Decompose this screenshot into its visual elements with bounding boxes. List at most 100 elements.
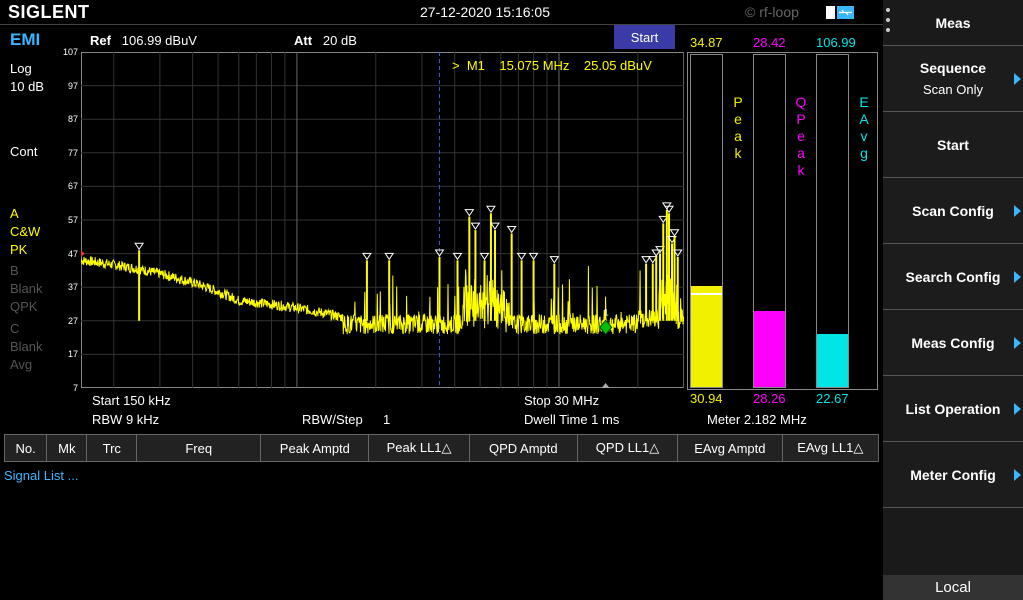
- datetime: 27-12-2020 15:16:05: [420, 4, 550, 20]
- trace-b-det: QPK: [10, 299, 38, 314]
- rbw-setting[interactable]: RBW 9 kHz: [92, 412, 159, 427]
- qpeak-meter: [753, 54, 786, 388]
- ref-value: 106.99 dBuV: [121, 33, 197, 48]
- y-tick-label: 67: [67, 181, 78, 192]
- y-tick-label: 77: [67, 147, 78, 158]
- peak-marker-icon: [361, 252, 372, 261]
- menu-dots-icon: [886, 8, 891, 32]
- qpeak-meter-label: QPeak: [795, 94, 807, 178]
- start-frequency[interactable]: Start 150 kHz: [92, 393, 171, 408]
- softkey-sub-label: Scan Only: [923, 82, 983, 97]
- submenu-arrow-icon: [1014, 402, 1021, 415]
- scale-info: Log 10 dB: [10, 60, 44, 96]
- mode-label: EMI: [10, 30, 41, 49]
- eavg-meter: [816, 54, 849, 388]
- scale-div: 10 dB: [10, 79, 44, 94]
- spectrum-trace-area: 1: [81, 52, 684, 388]
- peak-meter-top-value: 34.87: [690, 35, 723, 50]
- watermark: © rf-loop: [745, 4, 799, 20]
- trace-c-letter: C: [10, 321, 20, 336]
- softkey-meter-config[interactable]: Meter Config: [883, 442, 1023, 508]
- peak-marker-icon: [464, 209, 475, 217]
- rbw-step-label: RBW/Step: [302, 412, 363, 427]
- scale-type: Log: [10, 61, 32, 76]
- rbw-step-value[interactable]: 1: [383, 412, 390, 427]
- column-header[interactable]: QPD Amptd: [468, 434, 578, 462]
- submenu-arrow-icon: [1014, 468, 1021, 481]
- peak-marker-icon: [470, 222, 481, 230]
- peak-marker-icon: [669, 229, 680, 237]
- dwell-time[interactable]: Dwell Time 1 ms: [524, 412, 619, 427]
- submenu-arrow-icon: [1014, 72, 1021, 85]
- peak-marker-icon: [479, 252, 490, 261]
- peak-marker-icon: [506, 225, 517, 234]
- column-header[interactable]: QPD LL1△: [576, 434, 679, 462]
- trace-a-line: [81, 255, 684, 335]
- softkey-label: Scan Config: [912, 202, 994, 219]
- softkey-search-config[interactable]: Search Config: [883, 244, 1023, 310]
- trace-b-info[interactable]: B Blank QPK: [10, 262, 43, 316]
- ref-label: Ref: [90, 33, 111, 48]
- usb-icon: [826, 6, 854, 19]
- y-tick-label: 7: [72, 383, 78, 393]
- y-tick-label: 57: [67, 215, 78, 225]
- softkey-sequence[interactable]: Sequence Scan Only: [883, 46, 1023, 112]
- signal-table: No. Mk Trc Freq Peak Amptd Peak LL1△ QPD Amptd…: [3, 434, 880, 462]
- column-header[interactable]: Trc: [86, 434, 138, 462]
- trace-c-info[interactable]: C Blank Avg: [10, 320, 43, 374]
- att-label: Att: [294, 33, 313, 48]
- y-tick-label: 17: [67, 349, 78, 360]
- column-header[interactable]: Freq: [136, 434, 262, 462]
- trace-b-type: Blank: [10, 281, 43, 296]
- submenu-arrow-icon: [1014, 204, 1021, 217]
- y-tick-label: 37: [67, 282, 78, 293]
- softkey-label: Start: [937, 136, 969, 153]
- eavg-meter-bottom-value: 22.67: [816, 391, 849, 406]
- att-value: 20 dB: [322, 33, 357, 48]
- column-header[interactable]: No.: [3, 434, 48, 462]
- softkey-start[interactable]: Start: [883, 112, 1023, 178]
- marker-name: M1: [466, 58, 485, 73]
- signal-list-label[interactable]: Signal List ...: [4, 468, 78, 483]
- signal-table-header: No. Mk Trc Freq Peak Amptd Peak LL1△ QPD Amptd…: [3, 434, 880, 462]
- sweep-mode: Cont: [10, 144, 38, 159]
- softkey-list-operation[interactable]: List Operation: [883, 376, 1023, 442]
- ref-level[interactable]: Ref 106.99 dBuV: [90, 33, 197, 48]
- peak-max-hold-line: [691, 293, 722, 295]
- start-scan-button[interactable]: Start: [614, 25, 675, 49]
- stop-frequency[interactable]: Stop 30 MHz: [524, 393, 599, 408]
- softkey-scan-config[interactable]: Scan Config: [883, 178, 1023, 244]
- column-header[interactable]: Peak Amptd: [260, 434, 370, 462]
- softkey-label: Meas Config: [911, 334, 995, 351]
- peak-meter-label: Peak: [733, 94, 743, 161]
- peak-meter-fill: [691, 285, 722, 387]
- column-header[interactable]: EAvg LL1△: [781, 434, 880, 462]
- y-tick-label: 97: [67, 80, 78, 91]
- peak-marker-icon: [134, 242, 145, 251]
- trace-b-letter: B: [10, 263, 19, 278]
- column-header[interactable]: Mk: [46, 434, 88, 462]
- meter-frequency: Meter 2.182 MHz: [707, 412, 807, 427]
- trace-a-info[interactable]: A C&W PK: [10, 205, 40, 259]
- y-tick-label: 87: [67, 114, 78, 125]
- qpeak-meter-bottom-value: 28.26: [753, 391, 786, 406]
- softkey-panel: Meas Sequence Scan Only Start Scan Config Se…: [883, 0, 1023, 600]
- center-pointer-icon: [601, 383, 610, 388]
- trace-c-det: Avg: [10, 357, 33, 372]
- qpeak-meter-top-value: 28.42: [753, 35, 786, 50]
- softkey-label: Meter Config: [910, 466, 996, 483]
- softkey-label: List Operation: [905, 400, 1001, 417]
- trace-c-type: Blank: [10, 339, 43, 354]
- trace-a-det: PK: [10, 242, 28, 257]
- column-header[interactable]: Peak LL1△: [368, 434, 470, 462]
- column-header[interactable]: EAvg Amptd: [677, 434, 783, 462]
- trace-a-type: C&W: [10, 224, 41, 239]
- peak-marker-icon: [549, 256, 560, 264]
- menu-title-meas: Meas: [883, 0, 1023, 46]
- marker-m1-number: 1: [604, 307, 609, 317]
- softkey-meas-config[interactable]: Meas Config: [883, 310, 1023, 376]
- attenuation[interactable]: Att 20 dB: [294, 33, 357, 48]
- marker-readout: > M1 15.075 MHz 25.05 dBuV: [452, 58, 652, 73]
- local-button[interactable]: Local: [883, 575, 1023, 600]
- eavg-meter-fill: [817, 333, 848, 387]
